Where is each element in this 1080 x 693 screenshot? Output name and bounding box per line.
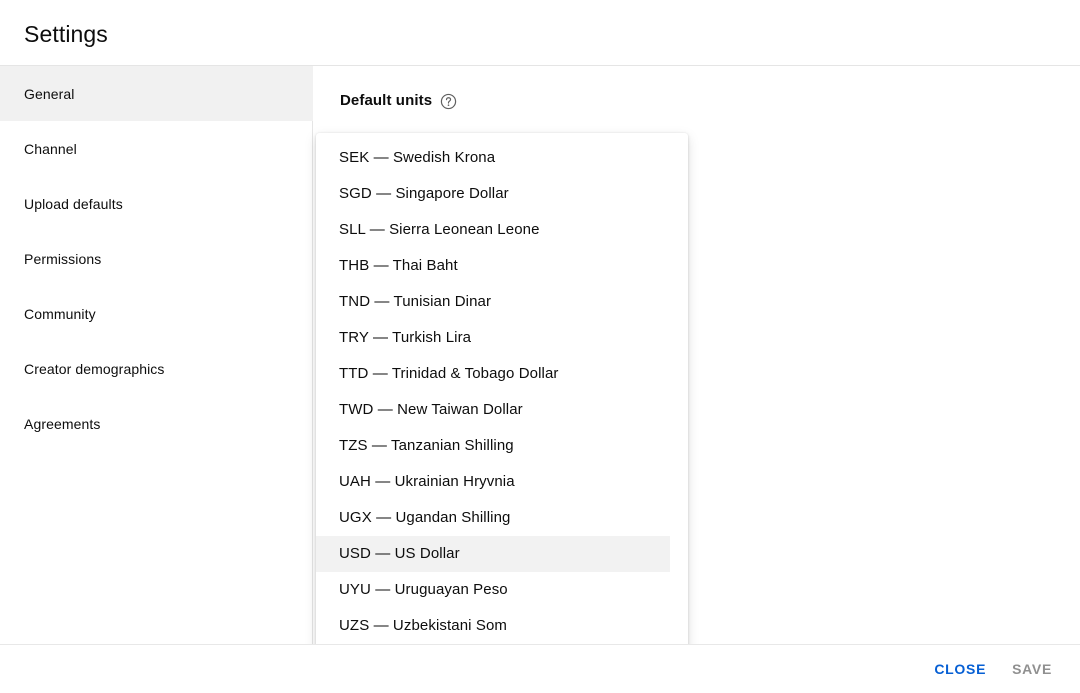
currency-option-label: SLL — Sierra Leonean Leone [316, 219, 540, 241]
page-title: Settings [24, 19, 108, 49]
sidebar-item-label: Community [0, 304, 96, 324]
sidebar-item-label: Upload defaults [0, 194, 123, 214]
sidebar-item-label: Agreements [0, 414, 100, 434]
currency-option[interactable]: UYU — Uruguayan Peso [316, 572, 670, 608]
currency-option-label: USD — US Dollar [316, 543, 460, 565]
help-circle-icon[interactable] [440, 93, 457, 110]
currency-option[interactable]: SEK — Swedish Krona [316, 140, 670, 176]
currency-option[interactable]: THB — Thai Baht [316, 248, 670, 284]
currency-option-label: TRY — Turkish Lira [316, 327, 471, 349]
sidebar-item-label: General [0, 84, 75, 104]
sidebar-item-permissions[interactable]: Permissions [0, 231, 313, 286]
footer-actions: CLOSE SAVE [924, 645, 1062, 693]
currency-option[interactable]: TND — Tunisian Dinar [316, 284, 670, 320]
currency-option-label: SEK — Swedish Krona [316, 147, 495, 169]
sidebar-item-label: Creator demographics [0, 359, 165, 379]
currency-option[interactable]: UZS — Uzbekistani Som [316, 608, 670, 644]
currency-option-label: TZS — Tanzanian Shilling [316, 435, 514, 457]
settings-sidebar: General Channel Upload defaults Permissions… [0, 66, 313, 693]
currency-option[interactable]: TTD — Trinidad & Tobago Dollar [316, 356, 670, 392]
currency-option-label: UZS — Uzbekistani Som [316, 615, 507, 637]
sidebar-item-community[interactable]: Community [0, 286, 313, 341]
dialog-footer: CLOSE SAVE [0, 644, 1080, 693]
currency-option-label: SGD — Singapore Dollar [316, 183, 509, 205]
currency-option[interactable]: SLL — Sierra Leonean Leone [316, 212, 670, 248]
sidebar-item-upload-defaults[interactable]: Upload defaults [0, 176, 313, 231]
currency-option[interactable]: TZS — Tanzanian Shilling [316, 428, 670, 464]
currency-option[interactable]: UAH — Ukrainian Hryvnia [316, 464, 670, 500]
close-button[interactable]: CLOSE [924, 651, 996, 687]
currency-option-label: THB — Thai Baht [316, 255, 458, 277]
currency-dropdown-popup[interactable]: SEK — Swedish Krona SGD — Singapore Dolla… [316, 133, 688, 693]
currency-option[interactable]: USD — US Dollar [316, 536, 670, 572]
currency-option-label: TWD — New Taiwan Dollar [316, 399, 523, 421]
section-heading-label: Default units [340, 90, 432, 112]
dialog-header: Settings [0, 0, 1080, 66]
currency-option-label: UGX — Ugandan Shilling [316, 507, 510, 529]
currency-option-label: UYU — Uruguayan Peso [316, 579, 508, 601]
currency-option-label: TTD — Trinidad & Tobago Dollar [316, 363, 558, 385]
currency-option[interactable]: TRY — Turkish Lira [316, 320, 670, 356]
currency-option[interactable]: SGD — Singapore Dollar [316, 176, 670, 212]
sidebar-item-creator-demographics[interactable]: Creator demographics [0, 341, 313, 396]
sidebar-item-label: Permissions [0, 249, 101, 269]
default-units-heading-row: Default units [340, 90, 457, 112]
currency-option[interactable]: UGX — Ugandan Shilling [316, 500, 670, 536]
currency-option[interactable]: TWD — New Taiwan Dollar [316, 392, 670, 428]
sidebar-item-general[interactable]: General [0, 66, 313, 121]
currency-options-listbox[interactable]: SEK — Swedish Krona SGD — Singapore Dolla… [316, 140, 688, 693]
sidebar-item-label: Channel [0, 139, 77, 159]
save-button: SAVE [1002, 651, 1062, 687]
currency-option-label: UAH — Ukrainian Hryvnia [316, 471, 515, 493]
sidebar-item-channel[interactable]: Channel [0, 121, 313, 176]
sidebar-item-agreements[interactable]: Agreements [0, 396, 313, 451]
currency-option-label: TND — Tunisian Dinar [316, 291, 491, 313]
